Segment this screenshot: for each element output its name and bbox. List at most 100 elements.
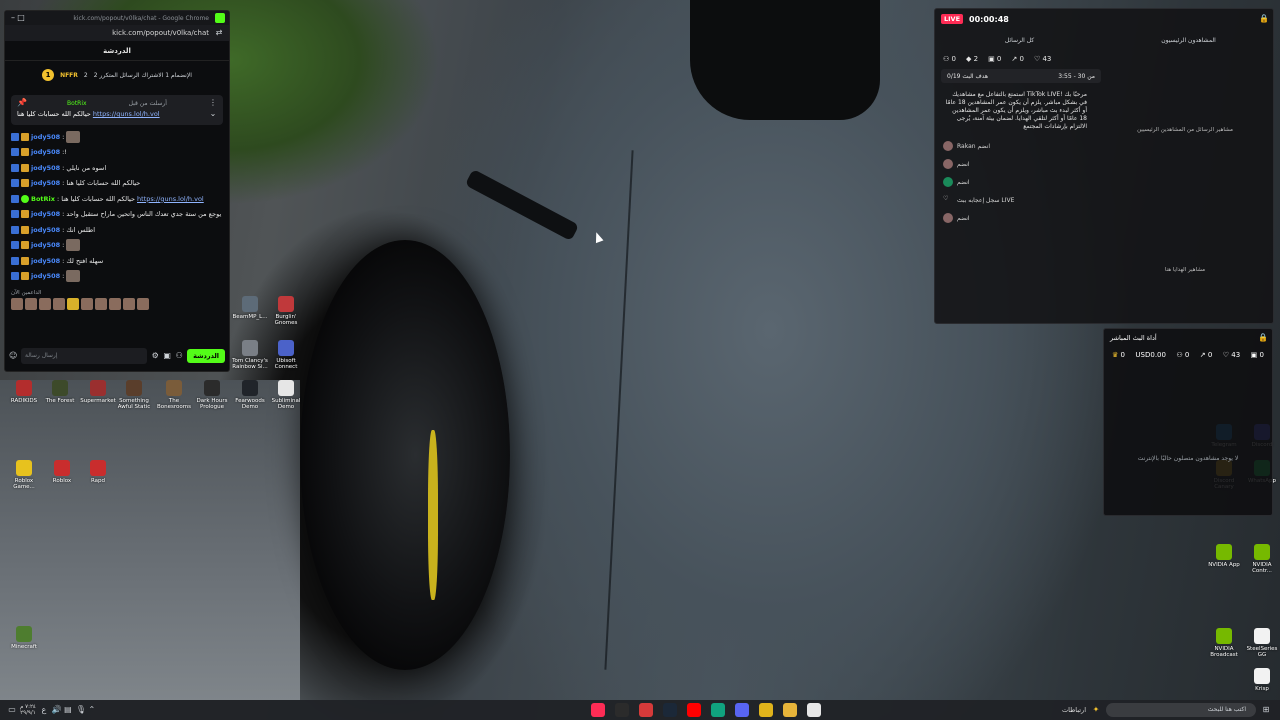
tiktok-live-panel[interactable]: LIVE 00:00:48 🔒 كل الرسائل المشاهدون الر… <box>934 8 1274 324</box>
desktop-icon[interactable]: BeamMP_L... <box>232 296 268 320</box>
news-widget-label[interactable]: ارتباطات <box>1062 706 1086 714</box>
avatar[interactable] <box>123 298 135 310</box>
app-icon <box>54 460 70 476</box>
chat-window[interactable]: – □ kick.com/popout/v0lka/chat - Google … <box>4 10 230 372</box>
chat-username[interactable]: BotRix <box>31 195 55 203</box>
avatar[interactable] <box>53 298 65 310</box>
desktop-icon[interactable]: Tom Clancy's Rainbow Si... <box>232 340 268 370</box>
chat-message[interactable]: jody508: <box>11 238 223 254</box>
settings-icon[interactable]: ⚙ <box>151 352 159 360</box>
chat-username[interactable]: jody508 <box>31 179 60 187</box>
explorer-icon[interactable] <box>783 703 798 717</box>
chat-messages[interactable]: jody508: jody508:! jody508: اسوه من نايلي j… <box>5 125 229 288</box>
chat-message[interactable]: jody508: يوجع من ستة جدي تعدك الناس واتح… <box>11 207 223 223</box>
chat-username[interactable]: jody508 <box>31 210 60 218</box>
chat-username[interactable]: jody508 <box>31 164 60 172</box>
chat-message[interactable]: jody508: اسوه من نايلي <box>11 160 223 176</box>
goal-count: 2 <box>83 71 88 79</box>
chat-username[interactable]: jody508 <box>31 133 60 141</box>
chat-username[interactable]: jody508 <box>31 226 60 234</box>
desktop-icon[interactable]: Rapd <box>80 460 116 484</box>
desktop-icon[interactable]: NVIDIA Broadcast <box>1206 628 1242 658</box>
avatar[interactable] <box>137 298 149 310</box>
emote-icon[interactable]: ☺ <box>9 352 17 360</box>
app-icon <box>204 380 220 396</box>
desktop-icon[interactable]: Subliminal Demo <box>268 380 304 410</box>
taskbar-search-input[interactable]: اكتب هنا للبحث <box>1106 703 1256 717</box>
address-bar[interactable]: kick.com/popout/v0lka/chat ⇄ <box>5 25 229 41</box>
volume-icon[interactable]: 🔊 <box>52 706 62 714</box>
avatar[interactable] <box>67 298 79 310</box>
lock-icon[interactable]: 🔒 <box>1258 334 1268 342</box>
desktop-icon[interactable]: Something Awful Static <box>116 380 152 410</box>
live-goal[interactable]: 0/19 هدف البث 3:55 - 30 من <box>941 69 1101 83</box>
chrome-icon[interactable] <box>759 703 774 717</box>
desktop-icon[interactable]: Burglin' Gnomes <box>268 296 304 326</box>
tune-icon[interactable]: ⇄ <box>215 29 223 37</box>
maximize-icon[interactable]: □ <box>17 14 25 22</box>
desktop-icon[interactable]: NVIDIA App <box>1206 544 1242 568</box>
chat-message[interactable]: jody508: <box>11 269 223 285</box>
desktop-icon[interactable]: Roblox Game... <box>6 460 42 490</box>
tab-all-messages[interactable]: كل الرسائل <box>935 37 1104 44</box>
avatar[interactable] <box>39 298 51 310</box>
adobe-icon[interactable] <box>639 703 654 717</box>
chat-message[interactable]: jody508: حيالكم الله حسابات كليا هنا <box>11 176 223 192</box>
chat-message[interactable]: jody508: اطلس انك <box>11 222 223 238</box>
chat-link[interactable]: https://guns.lol/h.vol <box>137 195 204 203</box>
youtube-icon[interactable] <box>687 703 702 717</box>
mic-icon[interactable]: 🎙 <box>76 706 86 714</box>
chat-username[interactable]: jody508 <box>31 241 60 249</box>
start-icon[interactable]: ⊞ <box>1262 706 1270 714</box>
desktop-icon[interactable]: Minecraft <box>6 626 42 650</box>
chat-username[interactable]: jody508 <box>31 148 60 156</box>
desktop-icon[interactable]: Supermarket <box>80 380 116 404</box>
discord-icon[interactable] <box>735 703 750 717</box>
network-icon[interactable]: ▤ <box>64 706 72 714</box>
users-icon[interactable]: ⚇ <box>175 352 183 360</box>
send-chat-button[interactable]: الدردشة <box>187 349 225 363</box>
steam-icon[interactable] <box>663 703 678 717</box>
calendar-icon[interactable] <box>807 703 822 717</box>
chat-input[interactable]: إرسال رسالة <box>21 348 148 364</box>
live-tool-panel[interactable]: أداة البث المباشر 🔒 ♛ 0 USD0.00 ⚇ 0 ↗ 0 … <box>1103 328 1273 516</box>
notification-icon[interactable]: ▭ <box>8 706 16 714</box>
lock-icon[interactable]: 🔒 <box>1259 15 1269 23</box>
minimize-icon[interactable]: – <box>9 14 17 22</box>
chatgpt-icon[interactable] <box>615 703 630 717</box>
desktop-icon[interactable]: Ubisoft Connect <box>268 340 304 370</box>
chevron-down-icon[interactable]: ⌄ <box>209 110 217 118</box>
desktop-icon[interactable]: NVIDIA Contr... <box>1244 544 1280 574</box>
desktop-icon[interactable]: SteelSeries GG <box>1244 628 1280 658</box>
avatar[interactable] <box>81 298 93 310</box>
desktop-icon[interactable]: Fearwoods Demo <box>232 380 268 410</box>
desktop-icon[interactable]: RADIKIDS <box>6 380 42 404</box>
avatar[interactable] <box>25 298 37 310</box>
tray-chevron-icon[interactable]: ⌃ <box>88 706 96 714</box>
live-event-row: انضم <box>935 155 1273 173</box>
chat-message[interactable]: jody508:! <box>11 145 223 161</box>
desktop-icon[interactable]: Krisp <box>1244 668 1280 692</box>
pinned-link[interactable]: https://guns.lol/h.vol <box>93 110 160 118</box>
chat-message[interactable]: jody508: سهله افتح لك <box>11 253 223 269</box>
chat-username[interactable]: jody508 <box>31 272 60 280</box>
desktop-icon[interactable]: Dark Hours Prologue <box>194 380 230 410</box>
tab-top-viewers[interactable]: المشاهدون الرئيسيون <box>1104 37 1273 44</box>
chat-message[interactable]: jody508: <box>11 129 223 145</box>
tiktok-live-icon[interactable] <box>591 703 606 717</box>
avatar[interactable] <box>95 298 107 310</box>
sparkle-icon[interactable]: ✦ <box>1092 706 1100 714</box>
desktop-icon[interactable]: The Forest <box>42 380 78 404</box>
more-icon[interactable]: ⋮ <box>209 99 217 107</box>
desktop-icon[interactable]: Roblox <box>44 460 80 484</box>
pinned-message[interactable]: 📌 BotRix أرسلت من قبل ⋮ حيالكم الله حساب… <box>11 95 223 125</box>
desktop-icon[interactable]: The Bonesrooms <box>156 380 192 410</box>
language-icon[interactable]: ع <box>40 706 48 714</box>
avatar[interactable] <box>109 298 121 310</box>
chat-message[interactable]: BotRix: حيالكم الله حسابات كليا هنا https… <box>11 191 223 207</box>
app-icon[interactable] <box>711 703 726 717</box>
chat-titlebar[interactable]: – □ kick.com/popout/v0lka/chat - Google … <box>5 11 229 25</box>
chat-username[interactable]: jody508 <box>31 257 60 265</box>
gift-icon[interactable]: ▣ <box>163 352 171 360</box>
avatar[interactable] <box>11 298 23 310</box>
